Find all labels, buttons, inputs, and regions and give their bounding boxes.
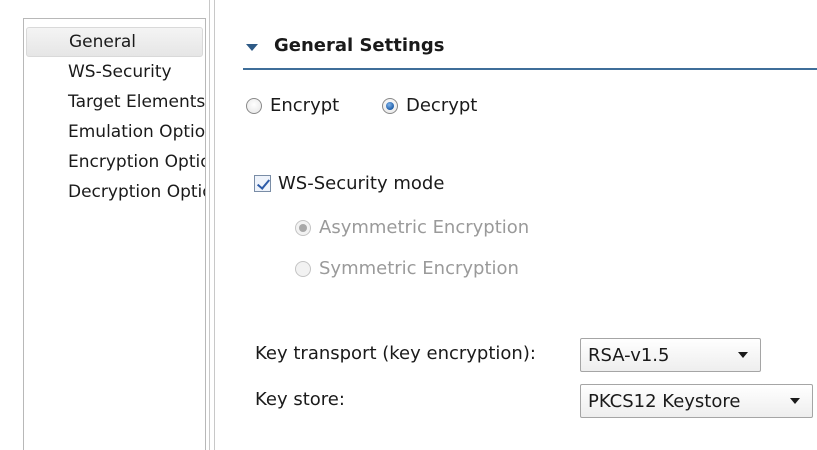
- encrypt-label: Encrypt: [270, 95, 340, 116]
- nav-item-encryption-options[interactable]: Encryption Options: [24, 147, 205, 177]
- ws-security-mode-label: WS-Security mode: [278, 173, 445, 194]
- general-settings-header[interactable]: General Settings: [243, 32, 817, 70]
- key-store-select[interactable]: PKCS12 Keystore: [580, 384, 813, 418]
- key-store-label: Key store:: [255, 389, 345, 410]
- panel-divider[interactable]: [209, 0, 210, 450]
- ws-security-mode-checkbox[interactable]: [254, 175, 271, 192]
- chevron-down-icon: [790, 398, 800, 404]
- nav-item-general[interactable]: General: [26, 27, 203, 57]
- symmetric-encryption-label: Symmetric Encryption: [319, 258, 519, 279]
- decrypt-label: Decrypt: [406, 95, 478, 116]
- panel-divider-inner: [214, 0, 215, 450]
- nav-item-ws-security[interactable]: WS-Security: [24, 57, 205, 87]
- settings-nav-list: General WS-Security Target Elements Emul…: [24, 27, 205, 207]
- nav-item-decryption-options[interactable]: Decryption Options: [24, 177, 205, 207]
- settings-nav-panel: General WS-Security Target Elements Emul…: [23, 18, 206, 450]
- ws-security-mode-option[interactable]: WS-Security mode: [254, 173, 444, 194]
- chevron-down-icon: [738, 352, 748, 358]
- asymmetric-encryption-option[interactable]: Asymmetric Encryption: [295, 217, 529, 238]
- key-store-value: PKCS12 Keystore: [588, 390, 741, 412]
- section-title: General Settings: [274, 35, 445, 56]
- asymmetric-encryption-radio[interactable]: [295, 219, 311, 236]
- nav-item-emulation-options[interactable]: Emulation Options: [24, 117, 205, 147]
- nav-item-target-elements[interactable]: Target Elements: [24, 87, 205, 117]
- decrypt-option[interactable]: Decrypt: [382, 95, 477, 116]
- symmetric-encryption-radio[interactable]: [295, 260, 311, 277]
- encrypt-radio[interactable]: [246, 97, 262, 114]
- encrypt-option[interactable]: Encrypt: [246, 95, 339, 116]
- asymmetric-encryption-label: Asymmetric Encryption: [319, 217, 530, 238]
- key-transport-label: Key transport (key encryption):: [255, 343, 536, 364]
- symmetric-encryption-option[interactable]: Symmetric Encryption: [295, 258, 519, 279]
- triangle-down-icon[interactable]: [246, 44, 258, 51]
- decrypt-radio[interactable]: [382, 97, 398, 114]
- key-transport-value: RSA-v1.5: [588, 344, 670, 366]
- key-transport-select[interactable]: RSA-v1.5: [580, 338, 761, 372]
